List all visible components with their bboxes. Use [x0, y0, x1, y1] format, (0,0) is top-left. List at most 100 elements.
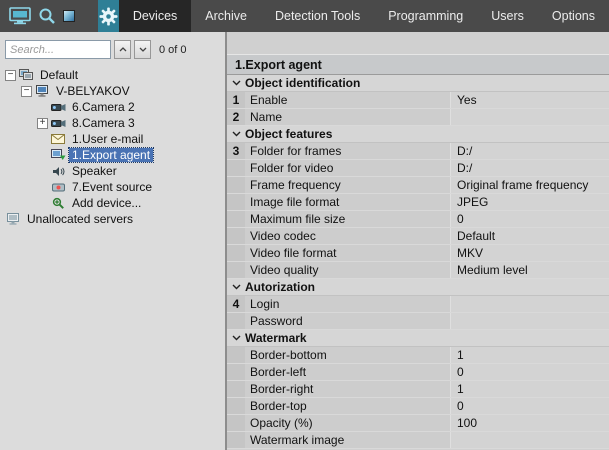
chevron-down-icon[interactable] — [227, 284, 245, 290]
tree-item-add-device[interactable]: Add device... — [0, 195, 225, 211]
tree-item-label: 7.Event source — [69, 180, 155, 194]
menu-tab-archive[interactable]: Archive — [191, 0, 261, 32]
property-row-folder-for-video[interactable]: Folder for videoD:/ — [227, 160, 609, 177]
section-header-autorization[interactable]: Autorization — [227, 279, 609, 296]
tree-item-unallocated-servers[interactable]: Unallocated servers — [0, 211, 225, 227]
property-row-video-file-format[interactable]: Video file formatMKV — [227, 245, 609, 262]
property-row-name[interactable]: 2Name — [227, 109, 609, 126]
tree-item-label: V-BELYAKOV — [53, 84, 133, 98]
tree-expander-minus-icon[interactable]: − — [5, 70, 16, 81]
tree-item-6-camera-2[interactable]: 6.Camera 2 — [0, 99, 225, 115]
property-row-enable[interactable]: 1EnableYes — [227, 92, 609, 109]
property-value[interactable]: MKV — [451, 245, 609, 261]
chevron-down-icon[interactable] — [227, 80, 245, 86]
tree-item-1-export-agent[interactable]: 1.Export agent — [0, 147, 225, 163]
tree-expander-plus-icon[interactable]: + — [37, 118, 48, 129]
menu-tabs: DevicesArchiveDetection ToolsProgramming… — [119, 0, 609, 32]
tree-item-1-user-e-mail[interactable]: 1.User e-mail — [0, 131, 225, 147]
panel-title: 1.Export agent — [227, 54, 609, 75]
property-value[interactable] — [451, 313, 609, 329]
section-title: Object features — [245, 127, 332, 141]
property-name: Video file format — [245, 245, 451, 261]
property-row-border-bottom[interactable]: Border-bottom1 — [227, 347, 609, 364]
property-value[interactable]: Medium level — [451, 262, 609, 278]
property-row-border-left[interactable]: Border-left0 — [227, 364, 609, 381]
property-value[interactable]: JPEG — [451, 194, 609, 210]
property-name: Folder for frames — [245, 143, 451, 159]
property-value[interactable]: 100 — [451, 415, 609, 431]
tree-item-label: 1.Export agent — [69, 148, 153, 162]
section-header-object-features[interactable]: Object features — [227, 126, 609, 143]
property-row-password[interactable]: Password — [227, 313, 609, 330]
property-grid: Object identification1EnableYes2NameObje… — [227, 75, 609, 450]
property-row-opacity[interactable]: Opacity (%)100 — [227, 415, 609, 432]
search-prev-button[interactable] — [114, 40, 131, 59]
property-name: Watermark image — [245, 432, 451, 448]
tree-item-speaker[interactable]: Speaker — [0, 163, 225, 179]
property-name: Border-right — [245, 381, 451, 397]
property-value[interactable]: 0 — [451, 398, 609, 414]
property-row-login[interactable]: 4Login — [227, 296, 609, 313]
tree-item-label: Speaker — [69, 164, 120, 178]
property-value[interactable]: 1 — [451, 381, 609, 397]
menu-tab-devices[interactable]: Devices — [119, 0, 191, 32]
property-name: Video quality — [245, 262, 451, 278]
property-value[interactable]: D:/ — [451, 143, 609, 159]
menu-tab-options[interactable]: Options — [538, 0, 609, 32]
property-value[interactable]: Default — [451, 228, 609, 244]
section-header-object-identification[interactable]: Object identification — [227, 75, 609, 92]
property-value[interactable]: Yes — [451, 92, 609, 108]
speaker-icon — [50, 165, 66, 178]
property-row-video-codec[interactable]: Video codecDefault — [227, 228, 609, 245]
chevron-down-icon[interactable] — [227, 335, 245, 341]
settings-gear-button[interactable] — [98, 0, 119, 32]
menu-tab-users[interactable]: Users — [477, 0, 538, 32]
tree-item-label: 1.User e-mail — [69, 132, 146, 146]
properties-panel: 1.Export agent Object identification1Ena… — [227, 32, 609, 450]
tree-expander-minus-icon[interactable]: − — [21, 86, 32, 97]
tree: −Default−V-BELYAKOV6.Camera 2+8.Camera 3… — [0, 66, 225, 227]
servers-icon — [18, 69, 34, 82]
property-row-video-quality[interactable]: Video qualityMedium level — [227, 262, 609, 279]
chevron-down-icon[interactable] — [227, 131, 245, 137]
monitor-icon[interactable] — [9, 7, 31, 25]
property-row-border-right[interactable]: Border-right1 — [227, 381, 609, 398]
property-value[interactable] — [451, 109, 609, 125]
property-row-maximum-file-size[interactable]: Maximum file size0 — [227, 211, 609, 228]
tree-item-7-event-source[interactable]: 7.Event source — [0, 179, 225, 195]
top-toolbar: DevicesArchiveDetection ToolsProgramming… — [0, 0, 609, 32]
computer-icon — [34, 85, 50, 98]
section-header-watermark[interactable]: Watermark — [227, 330, 609, 347]
search-next-button[interactable] — [134, 40, 151, 59]
property-value[interactable]: 1 — [451, 347, 609, 363]
property-value[interactable]: 0 — [451, 364, 609, 380]
tree-item-label: Add device... — [69, 196, 144, 210]
row-number — [227, 262, 245, 278]
row-number — [227, 364, 245, 380]
tree-item-label: 8.Camera 3 — [69, 116, 138, 130]
property-name: Enable — [245, 92, 451, 108]
layout-icon[interactable] — [63, 10, 75, 22]
property-name: Frame frequency — [245, 177, 451, 193]
property-row-border-top[interactable]: Border-top0 — [227, 398, 609, 415]
row-number — [227, 245, 245, 261]
property-value[interactable]: D:/ — [451, 160, 609, 176]
tree-item-default[interactable]: −Default — [0, 67, 225, 83]
event-icon — [50, 181, 66, 194]
property-value[interactable] — [451, 432, 609, 448]
tree-item-8-camera-3[interactable]: +8.Camera 3 — [0, 115, 225, 131]
row-number — [227, 432, 245, 448]
menu-tab-programming[interactable]: Programming — [374, 0, 477, 32]
menu-tab-detection-tools[interactable]: Detection Tools — [261, 0, 374, 32]
property-value[interactable]: 0 — [451, 211, 609, 227]
property-value[interactable]: Original frame frequency — [451, 177, 609, 193]
tree-item-v-belyakov[interactable]: − V-BELYAKOV — [0, 83, 225, 99]
property-row-watermark-image[interactable]: Watermark image — [227, 432, 609, 449]
property-row-frame-frequency[interactable]: Frame frequencyOriginal frame frequency — [227, 177, 609, 194]
property-value[interactable] — [451, 296, 609, 312]
search-input[interactable] — [5, 40, 111, 59]
property-row-folder-for-frames[interactable]: 3Folder for framesD:/ — [227, 143, 609, 160]
property-row-image-file-format[interactable]: Image file formatJPEG — [227, 194, 609, 211]
search-icon[interactable] — [38, 7, 56, 25]
row-number — [227, 160, 245, 176]
